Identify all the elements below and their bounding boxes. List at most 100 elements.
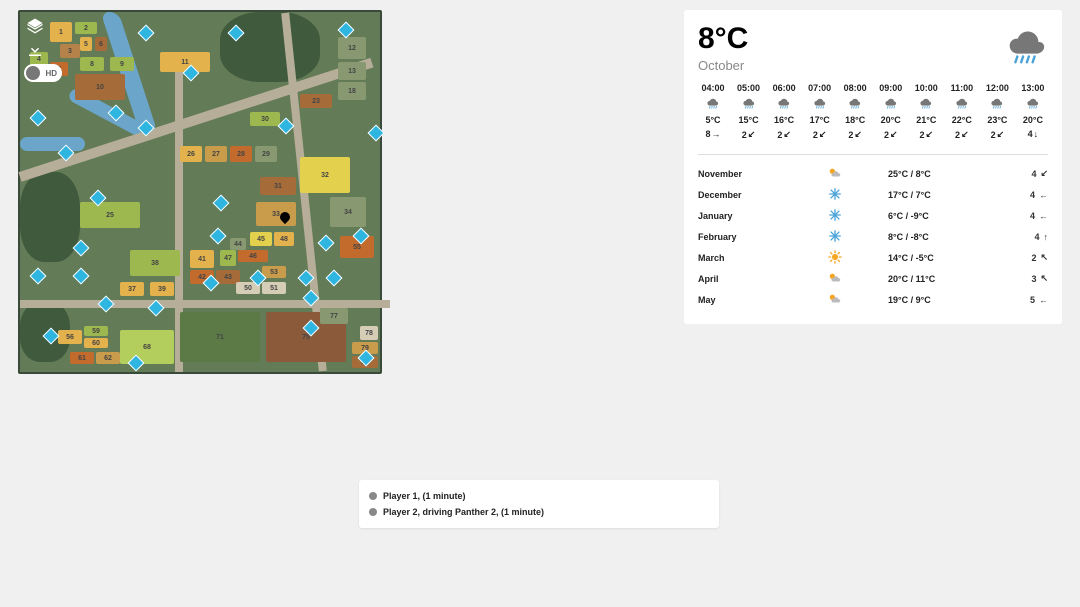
- snow-icon: [828, 208, 888, 224]
- field-47[interactable]: 47: [220, 250, 236, 266]
- poi-marker[interactable]: [213, 195, 230, 212]
- hd-toggle[interactable]: HD: [24, 64, 62, 82]
- status-dot-icon: [369, 508, 377, 516]
- field-46[interactable]: 46: [238, 250, 268, 262]
- field-3[interactable]: 3: [60, 44, 80, 58]
- month-temps: 6°C / -9°C: [888, 211, 998, 221]
- hour-wind: 2 ↙: [991, 129, 1005, 140]
- hour-temp: 18°C: [845, 115, 865, 125]
- field-44[interactable]: 44: [230, 238, 246, 250]
- weather-panel: 8°C October 04:00 5°C 8 →05:00 15°C 2 ↙0…: [684, 10, 1062, 324]
- month-temps: 8°C / -8°C: [888, 232, 998, 242]
- field-28[interactable]: 28: [230, 146, 252, 162]
- poi-marker[interactable]: [30, 268, 47, 285]
- field-34[interactable]: 34: [330, 197, 366, 227]
- field-9[interactable]: 9: [110, 57, 134, 71]
- poi-marker[interactable]: [326, 270, 343, 287]
- month-name: May: [698, 295, 828, 305]
- hourly-slot: 10:00 21°C 2 ↙: [911, 83, 941, 140]
- player-status-panel: Player 1, (1 minute) Player 2, driving P…: [359, 480, 719, 528]
- poi-marker[interactable]: [98, 296, 115, 313]
- monthly-row: January 6°C / -9°C 4 ←: [698, 205, 1048, 226]
- field-51[interactable]: 51: [262, 282, 286, 294]
- poi-marker[interactable]: [318, 235, 335, 252]
- field-78[interactable]: 78: [360, 326, 378, 340]
- poi-marker[interactable]: [210, 228, 227, 245]
- sun-cloud-icon: [828, 292, 888, 308]
- sun-cloud-icon: [828, 166, 888, 182]
- field-59[interactable]: 59: [84, 326, 108, 336]
- monthly-row: April 20°C / 11°C 3 ↖: [698, 268, 1048, 289]
- field-26[interactable]: 26: [180, 146, 202, 162]
- field-68[interactable]: 68: [120, 330, 174, 364]
- field-61[interactable]: 61: [70, 352, 94, 364]
- field-60[interactable]: 60: [84, 338, 108, 348]
- month-name: March: [698, 253, 828, 263]
- rain-icon: [955, 97, 969, 111]
- poi-marker[interactable]: [73, 268, 90, 285]
- snow-icon: [828, 229, 888, 245]
- player-status-row: Player 1, (1 minute): [369, 488, 709, 504]
- poi-marker[interactable]: [368, 125, 385, 142]
- field-77[interactable]: 77: [320, 308, 348, 324]
- field-32[interactable]: 32: [300, 157, 350, 193]
- hourly-slot: 13:00 20°C 4 ↓: [1018, 83, 1048, 140]
- map-panel[interactable]: HD 1234567891011121318232526272829303132…: [18, 10, 382, 374]
- month-temps: 17°C / 7°C: [888, 190, 998, 200]
- field-27[interactable]: 27: [205, 146, 227, 162]
- hour-wind: 4 ↓: [1028, 129, 1039, 139]
- field-39[interactable]: 39: [150, 282, 174, 296]
- field-5[interactable]: 5: [80, 37, 92, 51]
- rain-icon: [884, 97, 898, 111]
- month-wind: 4 ↑: [998, 232, 1048, 242]
- field-6[interactable]: 6: [95, 37, 107, 51]
- field-71[interactable]: 71: [180, 312, 260, 362]
- field-38[interactable]: 38: [130, 250, 180, 276]
- field-8[interactable]: 8: [80, 57, 104, 71]
- field-25[interactable]: 25: [80, 202, 140, 228]
- field-31[interactable]: 31: [260, 177, 296, 195]
- hour-time: 04:00: [701, 83, 724, 93]
- field-37[interactable]: 37: [120, 282, 144, 296]
- poi-marker[interactable]: [30, 110, 47, 127]
- month-name: November: [698, 169, 828, 179]
- field-29[interactable]: 29: [255, 146, 277, 162]
- field-30[interactable]: 30: [250, 112, 280, 126]
- hour-wind: 2 ↙: [884, 129, 898, 140]
- poi-marker[interactable]: [338, 22, 355, 39]
- poi-marker[interactable]: [138, 25, 155, 42]
- hourly-slot: 12:00 23°C 2 ↙: [982, 83, 1012, 140]
- field-62[interactable]: 62: [96, 352, 120, 364]
- field-23[interactable]: 23: [300, 94, 332, 108]
- field-12[interactable]: 12: [338, 37, 366, 59]
- hour-temp: 20°C: [1023, 115, 1043, 125]
- field-48[interactable]: 48: [274, 232, 294, 246]
- monthly-row: November 25°C / 8°C 4 ↙: [698, 163, 1048, 184]
- month-temps: 14°C / -5°C: [888, 253, 998, 263]
- hourly-slot: 06:00 16°C 2 ↙: [769, 83, 799, 140]
- field-33[interactable]: 33: [256, 202, 296, 226]
- hour-temp: 23°C: [987, 115, 1007, 125]
- field-10[interactable]: 10: [75, 74, 125, 100]
- download-icon[interactable]: [24, 40, 46, 60]
- map-canvas[interactable]: 1234567891011121318232526272829303132333…: [20, 12, 380, 372]
- hour-time: 13:00: [1021, 83, 1044, 93]
- hourly-slot: 11:00 22°C 2 ↙: [947, 83, 977, 140]
- player-status-row: Player 2, driving Panther 2, (1 minute): [369, 504, 709, 520]
- hour-wind: 2 ↙: [955, 129, 969, 140]
- player-status-text: Player 2, driving Panther 2, (1 minute): [383, 507, 544, 517]
- field-45[interactable]: 45: [250, 232, 272, 246]
- hour-temp: 15°C: [738, 115, 758, 125]
- field-18[interactable]: 18: [338, 82, 366, 100]
- field-2[interactable]: 2: [75, 22, 97, 34]
- layers-icon[interactable]: [24, 16, 46, 36]
- field-13[interactable]: 13: [338, 62, 366, 80]
- field-41[interactable]: 41: [190, 250, 214, 268]
- hour-time: 07:00: [808, 83, 831, 93]
- hour-time: 10:00: [915, 83, 938, 93]
- month-wind: 4 ←: [998, 190, 1048, 200]
- rain-icon: [777, 97, 791, 111]
- field-56[interactable]: 56: [58, 330, 82, 344]
- rain-icon: [742, 97, 756, 111]
- rain-icon: [706, 97, 720, 111]
